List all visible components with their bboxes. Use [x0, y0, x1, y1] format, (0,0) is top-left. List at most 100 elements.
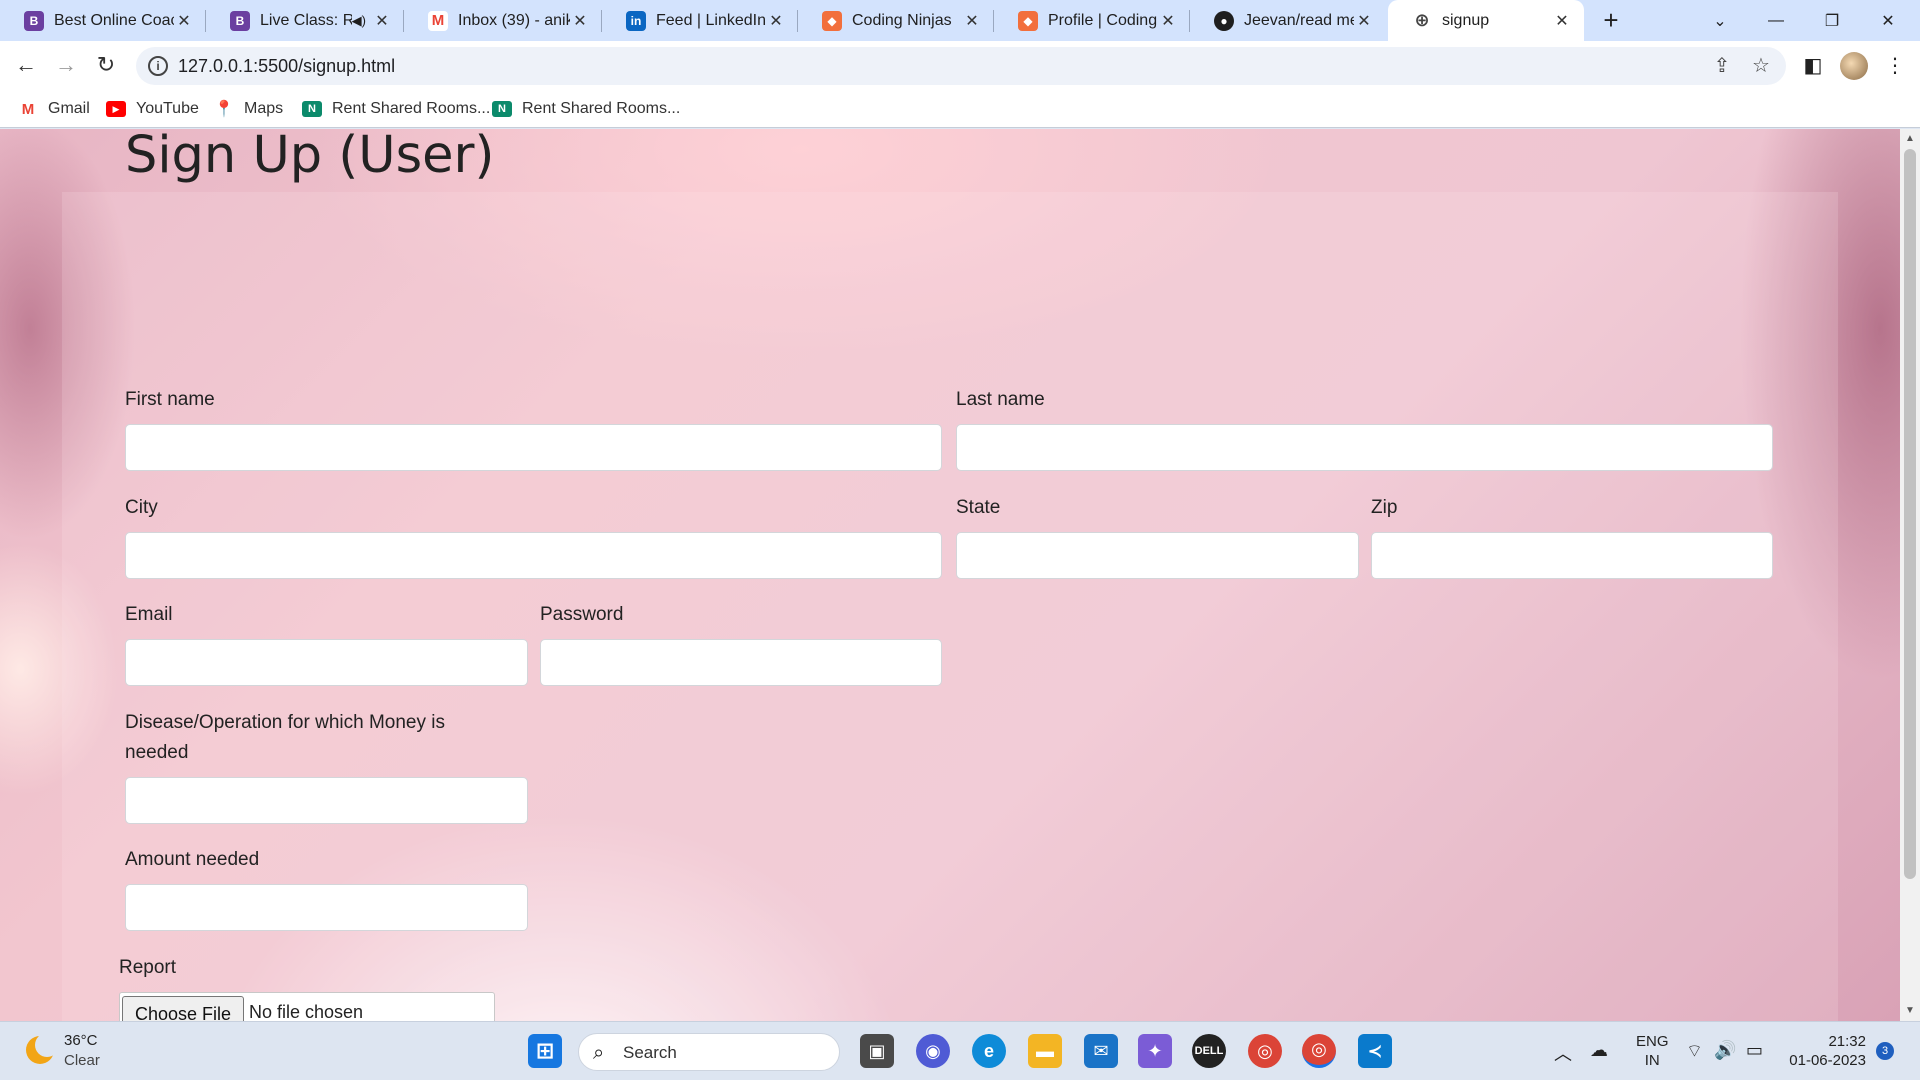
- amount-input[interactable]: [125, 884, 528, 931]
- youtube-icon: ▶: [106, 101, 126, 117]
- page-title: Sign Up (User): [125, 126, 495, 185]
- github-icon: ●: [1214, 10, 1234, 31]
- tab-title: Feed | LinkedIn: [656, 11, 766, 29]
- tab-title: signup: [1442, 11, 1490, 29]
- city-input[interactable]: [125, 532, 942, 579]
- coding-ninjas-icon: ◆: [1018, 10, 1038, 31]
- state-input[interactable]: [956, 532, 1359, 579]
- coding-ninjas-icon: ◆: [822, 10, 842, 31]
- weather-condition[interactable]: Clear: [64, 1052, 100, 1069]
- new-tab-button[interactable]: +: [1596, 6, 1626, 36]
- profile-avatar[interactable]: [1840, 52, 1868, 80]
- show-hidden-icons-chevron-icon[interactable]: ︿: [1554, 1040, 1572, 1066]
- copilot-icon[interactable]: ✦: [1138, 1034, 1172, 1068]
- file-status-text: No file chosen: [249, 1002, 364, 1021]
- bookmark-maps[interactable]: 📍 Maps: [214, 97, 283, 121]
- browser-tab[interactable]: B Best Online Coach ✕: [0, 0, 206, 41]
- chrome-profile-icon[interactable]: ◎: [1302, 1034, 1336, 1068]
- tab-search-chevron-icon[interactable]: ⌄: [1692, 0, 1748, 41]
- address-bar[interactable]: i 127.0.0.1:5500/signup.html ⇪ ☆: [136, 47, 1786, 85]
- email-label: Email: [125, 604, 173, 625]
- vscode-icon[interactable]: ≺: [1358, 1034, 1392, 1068]
- bookmark-star-icon[interactable]: ☆: [1748, 53, 1774, 79]
- bookmark-label: Maps: [244, 100, 284, 117]
- dell-icon[interactable]: DELL: [1192, 1034, 1226, 1068]
- mail-icon[interactable]: ✉: [1084, 1034, 1118, 1068]
- amount-label: Amount needed: [125, 849, 260, 870]
- bookmark-youtube[interactable]: ▶ YouTube: [106, 97, 199, 121]
- close-icon[interactable]: ✕: [174, 11, 194, 31]
- report-file-input[interactable]: Choose File No file chosen: [119, 992, 495, 1021]
- close-icon[interactable]: ✕: [962, 11, 982, 31]
- scroll-up-arrow-icon[interactable]: ▲: [1904, 133, 1916, 145]
- minimize-button[interactable]: —: [1748, 0, 1804, 41]
- close-icon[interactable]: ✕: [766, 11, 786, 31]
- email-input[interactable]: [125, 639, 528, 686]
- bookmark-rent-rooms[interactable]: N Rent Shared Rooms...: [492, 97, 680, 121]
- nobroker-icon: N: [492, 101, 512, 117]
- close-icon[interactable]: ✕: [1158, 11, 1178, 31]
- window-close-button[interactable]: ✕: [1860, 0, 1916, 41]
- gmail-icon: M: [21, 100, 35, 118]
- browser-tab[interactable]: ● Jeevan/read me a ✕: [1190, 0, 1386, 41]
- forward-arrow-icon[interactable]: →: [50, 49, 82, 81]
- bookmark-purple-icon: B: [230, 10, 250, 31]
- taskbar-search[interactable]: ⌕ Search: [578, 1033, 840, 1071]
- choose-file-button[interactable]: Choose File: [122, 996, 244, 1021]
- windows-start-icon[interactable]: ⊞: [528, 1034, 562, 1068]
- back-arrow-icon[interactable]: ←: [10, 49, 42, 81]
- restore-button[interactable]: ❐: [1804, 0, 1860, 41]
- disease-label-line2: needed: [125, 742, 189, 763]
- language-indicator[interactable]: ENG IN: [1636, 1032, 1669, 1070]
- zip-input[interactable]: [1371, 532, 1773, 579]
- menu-kebab-icon[interactable]: ⋮: [1882, 53, 1908, 79]
- file-explorer-icon[interactable]: ▬: [1028, 1034, 1062, 1068]
- close-icon[interactable]: ✕: [372, 11, 392, 31]
- browser-tab[interactable]: ◆ Coding Ninjas ✕: [798, 0, 994, 41]
- wifi-icon[interactable]: ⌔: [1686, 1040, 1703, 1063]
- taskbar-clock[interactable]: 21:32 01-06-2023: [1786, 1032, 1866, 1070]
- first-name-label: First name: [125, 389, 215, 410]
- clock-date: 01-06-2023: [1789, 1052, 1866, 1069]
- battery-icon[interactable]: ▭: [1746, 1040, 1763, 1061]
- bookmark-gmail[interactable]: M Gmail: [18, 97, 90, 121]
- scrollbar-thumb[interactable]: [1904, 149, 1916, 879]
- temperature[interactable]: 36°C: [64, 1032, 98, 1049]
- browser-tab[interactable]: B Live Class: Ra ◀) ✕: [206, 0, 404, 41]
- password-input[interactable]: [540, 639, 942, 686]
- close-icon[interactable]: ✕: [1552, 11, 1572, 31]
- disease-label-line1: Disease/Operation for which Money is: [125, 712, 445, 733]
- search-icon: ⌕: [593, 1042, 605, 1064]
- close-icon[interactable]: ✕: [1354, 11, 1374, 31]
- language-line1: ENG: [1636, 1033, 1669, 1050]
- volume-icon[interactable]: 🔊: [1714, 1040, 1736, 1061]
- share-icon[interactable]: ⇪: [1709, 53, 1735, 79]
- bookmark-rent-rooms[interactable]: N Rent Shared Rooms...: [302, 97, 490, 121]
- password-label: Password: [540, 604, 624, 625]
- browser-tab[interactable]: ◆ Profile | Coding N ✕: [994, 0, 1190, 41]
- zip-label: Zip: [1371, 497, 1398, 518]
- browser-tab[interactable]: in Feed | LinkedIn ✕: [602, 0, 798, 41]
- edge-icon[interactable]: e: [972, 1034, 1006, 1068]
- reload-icon[interactable]: ↻: [90, 49, 122, 81]
- task-view-icon[interactable]: ▣: [860, 1034, 894, 1068]
- first-name-input[interactable]: [125, 424, 942, 471]
- chrome-icon[interactable]: ◎: [1248, 1034, 1282, 1068]
- chat-icon[interactable]: ◉: [916, 1034, 950, 1068]
- last-name-input[interactable]: [956, 424, 1773, 471]
- tab-title: Inbox (39) - anike: [458, 11, 570, 29]
- notification-badge[interactable]: 3: [1876, 1042, 1894, 1060]
- disease-input[interactable]: [125, 777, 528, 824]
- browser-tab-active[interactable]: ⊕ signup ✕: [1388, 0, 1584, 41]
- moon-weather-icon[interactable]: [26, 1033, 59, 1064]
- city-label: City: [125, 497, 158, 518]
- mute-icon[interactable]: ◀): [352, 13, 366, 29]
- url-text[interactable]: 127.0.0.1:5500/signup.html: [178, 56, 395, 77]
- scroll-down-arrow-icon[interactable]: ▼: [1904, 1005, 1916, 1017]
- site-info-icon[interactable]: i: [148, 56, 168, 76]
- close-icon[interactable]: ✕: [570, 11, 590, 31]
- onedrive-icon[interactable]: ☁: [1590, 1040, 1608, 1061]
- browser-tab[interactable]: M Inbox (39) - anike ✕: [404, 0, 602, 41]
- side-panel-icon[interactable]: ◧: [1800, 53, 1826, 79]
- page-scrollbar[interactable]: ▲ ▼: [1900, 129, 1920, 1021]
